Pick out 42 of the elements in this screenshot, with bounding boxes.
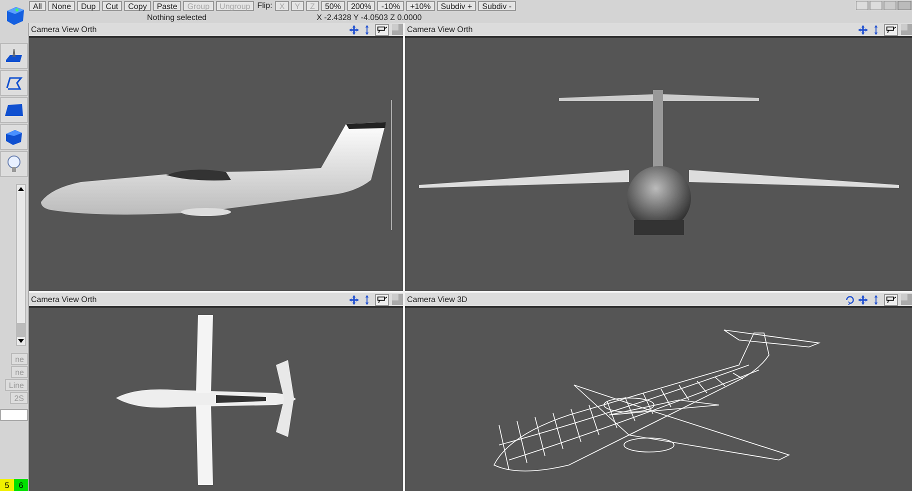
scroll-thumb[interactable] [17, 323, 25, 337]
viewport-title: Camera View 3D [407, 295, 468, 304]
input-field[interactable] [0, 409, 28, 421]
move-icon[interactable] [349, 24, 359, 34]
camera-button[interactable] [884, 294, 898, 306]
camera-button[interactable] [375, 294, 389, 306]
move-icon[interactable] [349, 294, 359, 304]
rotate-icon[interactable] [845, 294, 855, 304]
toolbar-button[interactable]: -10% [377, 0, 404, 10]
window-controls-icon[interactable] [856, 1, 912, 10]
layer-button[interactable]: 5 [0, 479, 14, 491]
toolbar-button[interactable]: 200% [346, 0, 376, 10]
layer-button[interactable]: 6 [14, 479, 28, 491]
toolbar-button[interactable]: Subdiv - [478, 0, 516, 10]
plane-tool-button[interactable] [0, 97, 28, 123]
cursor-coordinates: X -2.4328 Y -4.0503 Z 0.0000 [316, 12, 422, 22]
move-icon[interactable] [858, 24, 868, 34]
toolbar-button[interactable]: All [29, 0, 46, 10]
camera-button[interactable] [884, 24, 898, 36]
toolbar-button[interactable]: +10% [406, 0, 435, 10]
toolbar-button[interactable]: None [48, 0, 76, 10]
toolbar-button[interactable]: 50% [320, 0, 345, 10]
toolbar-button[interactable]: Subdiv + [436, 0, 476, 10]
terrain-tool-button[interactable] [0, 43, 28, 69]
toolbar-button[interactable]: Cut [102, 0, 122, 10]
light-tool-button[interactable] [0, 151, 28, 177]
move-icon[interactable] [858, 294, 868, 304]
spline-tool-button[interactable] [0, 70, 28, 96]
toolbar-button[interactable]: Copy [124, 0, 151, 10]
selection-status: Nothing selected [147, 12, 207, 22]
toolbar-button[interactable]: Paste [152, 0, 182, 10]
scrollbar[interactable] [16, 184, 26, 346]
viewport-title: Camera View Orth [31, 295, 98, 304]
cube-tool-button[interactable] [0, 124, 28, 150]
scroll-up-icon[interactable] [18, 187, 24, 191]
viewport-title: Camera View Orth [31, 25, 98, 34]
flip-label: Flip: [256, 1, 274, 10]
scroll-down-icon[interactable] [18, 339, 24, 343]
toolbar-button[interactable]: Dup [77, 0, 100, 10]
viewport-title: Camera View Orth [407, 25, 474, 34]
camera-button[interactable] [375, 24, 389, 36]
cube-icon [4, 127, 24, 147]
